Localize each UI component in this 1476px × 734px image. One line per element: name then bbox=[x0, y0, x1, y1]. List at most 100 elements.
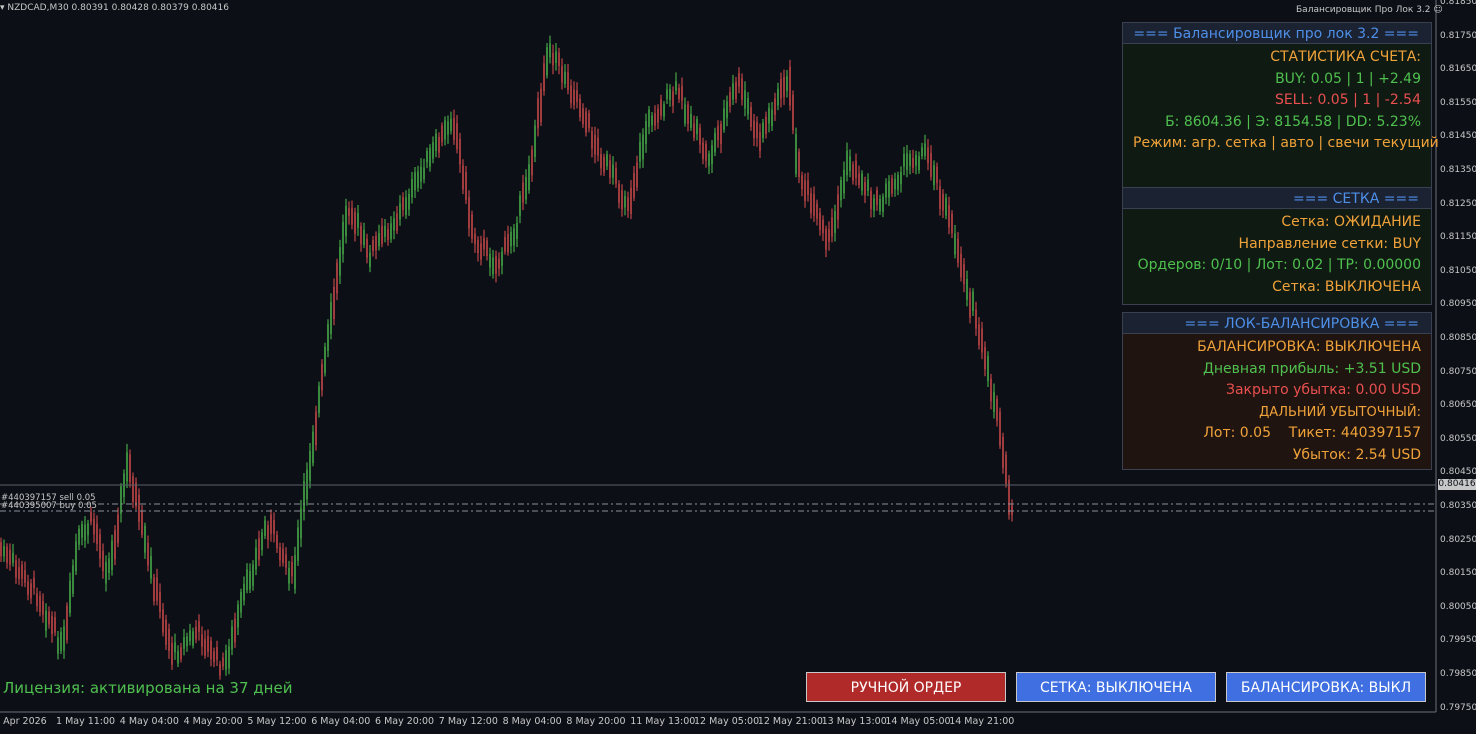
bull-candle bbox=[744, 90, 746, 109]
bear-candle bbox=[129, 454, 131, 483]
bull-candle bbox=[84, 524, 86, 541]
price-tick-label: 0.80650 bbox=[1440, 400, 1476, 411]
bull-candle bbox=[174, 642, 176, 653]
bull-candle bbox=[444, 120, 446, 140]
bear-candle bbox=[483, 238, 485, 250]
bear-candle bbox=[486, 240, 488, 256]
bull-candle bbox=[393, 218, 395, 231]
bull-candle bbox=[324, 346, 326, 374]
grid-orders: Ордеров: 0/10 | Лот: 0.02 | TP: 0.00000 bbox=[1137, 257, 1421, 273]
bull-candle bbox=[81, 523, 83, 538]
bear-candle bbox=[531, 149, 533, 176]
bull-candle bbox=[312, 431, 314, 464]
bull-candle bbox=[408, 193, 410, 210]
bull-candle bbox=[246, 569, 248, 591]
stats-panel-body: СТАТИСТИКА СЧЕТА: BUY: 0.05 | 1 | +2.49 … bbox=[1122, 44, 1439, 202]
bull-candle bbox=[111, 540, 113, 570]
bull-candle bbox=[363, 229, 365, 246]
bull-candle bbox=[900, 171, 902, 185]
bear-candle bbox=[459, 138, 461, 165]
bear-candle bbox=[282, 548, 284, 563]
time-tick-label: 11 May 13:00 bbox=[630, 716, 696, 727]
time-tick-label: 7 May 12:00 bbox=[438, 716, 498, 727]
time-tick-label: 12 May 05:00 bbox=[694, 716, 760, 727]
bear-candle bbox=[441, 125, 443, 142]
bull-candle bbox=[639, 141, 641, 162]
bull-candle bbox=[906, 153, 908, 170]
bull-candle bbox=[306, 469, 308, 500]
bear-candle bbox=[594, 134, 596, 155]
bear-candle bbox=[855, 160, 857, 178]
bear-candle bbox=[828, 229, 830, 242]
bull-candle bbox=[519, 195, 521, 216]
bear-candle bbox=[96, 523, 98, 545]
time-tick-label: 5 May 12:00 bbox=[247, 716, 307, 727]
price-tick-label: 0.80950 bbox=[1440, 299, 1476, 310]
bull-candle bbox=[513, 228, 515, 246]
time-tick-label: 8 May 04:00 bbox=[502, 716, 562, 727]
bear-candle bbox=[42, 601, 44, 615]
bear-candle bbox=[468, 197, 470, 229]
bull-candle bbox=[192, 631, 194, 646]
bear-candle bbox=[774, 98, 776, 115]
bear-candle bbox=[783, 76, 785, 98]
bear-candle bbox=[552, 52, 554, 66]
bear-candle bbox=[333, 287, 335, 320]
bear-candle bbox=[759, 132, 761, 152]
time-tick-label: 13 May 13:00 bbox=[821, 716, 887, 727]
bull-candle bbox=[126, 452, 128, 482]
bull-candle bbox=[555, 51, 557, 64]
bear-candle bbox=[798, 151, 800, 177]
bear-candle bbox=[741, 78, 743, 100]
bull-candle bbox=[237, 604, 239, 628]
bull-candle bbox=[510, 231, 512, 247]
expert-advisor-label[interactable]: Балансировщик Про Лок 3.2 ☺ bbox=[1296, 5, 1443, 15]
bear-candle bbox=[969, 291, 971, 318]
bull-candle bbox=[897, 174, 899, 190]
bear-candle bbox=[1011, 505, 1013, 516]
bull-candle bbox=[954, 233, 956, 255]
bull-candle bbox=[339, 247, 341, 276]
bull-candle bbox=[492, 257, 494, 275]
grid-panel-header: === СЕТКА === bbox=[1122, 187, 1432, 209]
bull-candle bbox=[69, 580, 71, 613]
grid-toggle-button[interactable]: СЕТКА: ВЫКЛЮЧЕНА bbox=[1016, 672, 1216, 702]
bull-candle bbox=[108, 558, 110, 574]
bull-candle bbox=[252, 564, 254, 586]
bear-candle bbox=[801, 175, 803, 190]
bear-candle bbox=[462, 165, 464, 190]
bear-candle bbox=[948, 205, 950, 228]
manual-order-button[interactable]: РУЧНОЙ ОРДЕР bbox=[806, 672, 1006, 702]
bull-candle bbox=[60, 631, 62, 651]
bull-candle bbox=[249, 571, 251, 590]
lock-far-losing: ДАЛЬНИЙ УБЫТОЧНЫЙ: bbox=[1259, 404, 1421, 420]
price-tick-label: 0.80150 bbox=[1440, 568, 1476, 579]
grid-panel-body: Сетка: ОЖИДАНИЕ Направление сетки: BUY О… bbox=[1122, 209, 1432, 305]
bull-candle bbox=[690, 113, 692, 128]
bull-candle bbox=[528, 164, 530, 191]
bull-candle bbox=[711, 145, 713, 165]
bull-candle bbox=[501, 251, 503, 266]
bear-candle bbox=[618, 183, 620, 203]
bear-candle bbox=[807, 180, 809, 196]
bear-candle bbox=[750, 107, 752, 127]
bear-candle bbox=[522, 182, 524, 203]
bull-candle bbox=[414, 172, 416, 191]
price-tick-label: 0.80850 bbox=[1440, 333, 1476, 343]
bear-candle bbox=[813, 194, 815, 216]
bull-candle bbox=[225, 650, 227, 670]
bear-candle bbox=[891, 178, 893, 194]
bull-candle bbox=[669, 88, 671, 100]
bull-candle bbox=[696, 119, 698, 134]
bear-candle bbox=[54, 617, 56, 633]
bull-candle bbox=[879, 198, 881, 212]
bear-candle bbox=[156, 577, 158, 601]
bear-candle bbox=[978, 324, 980, 346]
balancing-toggle-button[interactable]: БАЛАНСИРОВКА: ВЫКЛ bbox=[1226, 672, 1426, 702]
bear-candle bbox=[402, 197, 404, 210]
bear-candle bbox=[939, 186, 941, 209]
bull-candle bbox=[186, 636, 188, 646]
bull-candle bbox=[435, 133, 437, 151]
bull-candle bbox=[189, 630, 191, 642]
bull-candle bbox=[309, 450, 311, 481]
